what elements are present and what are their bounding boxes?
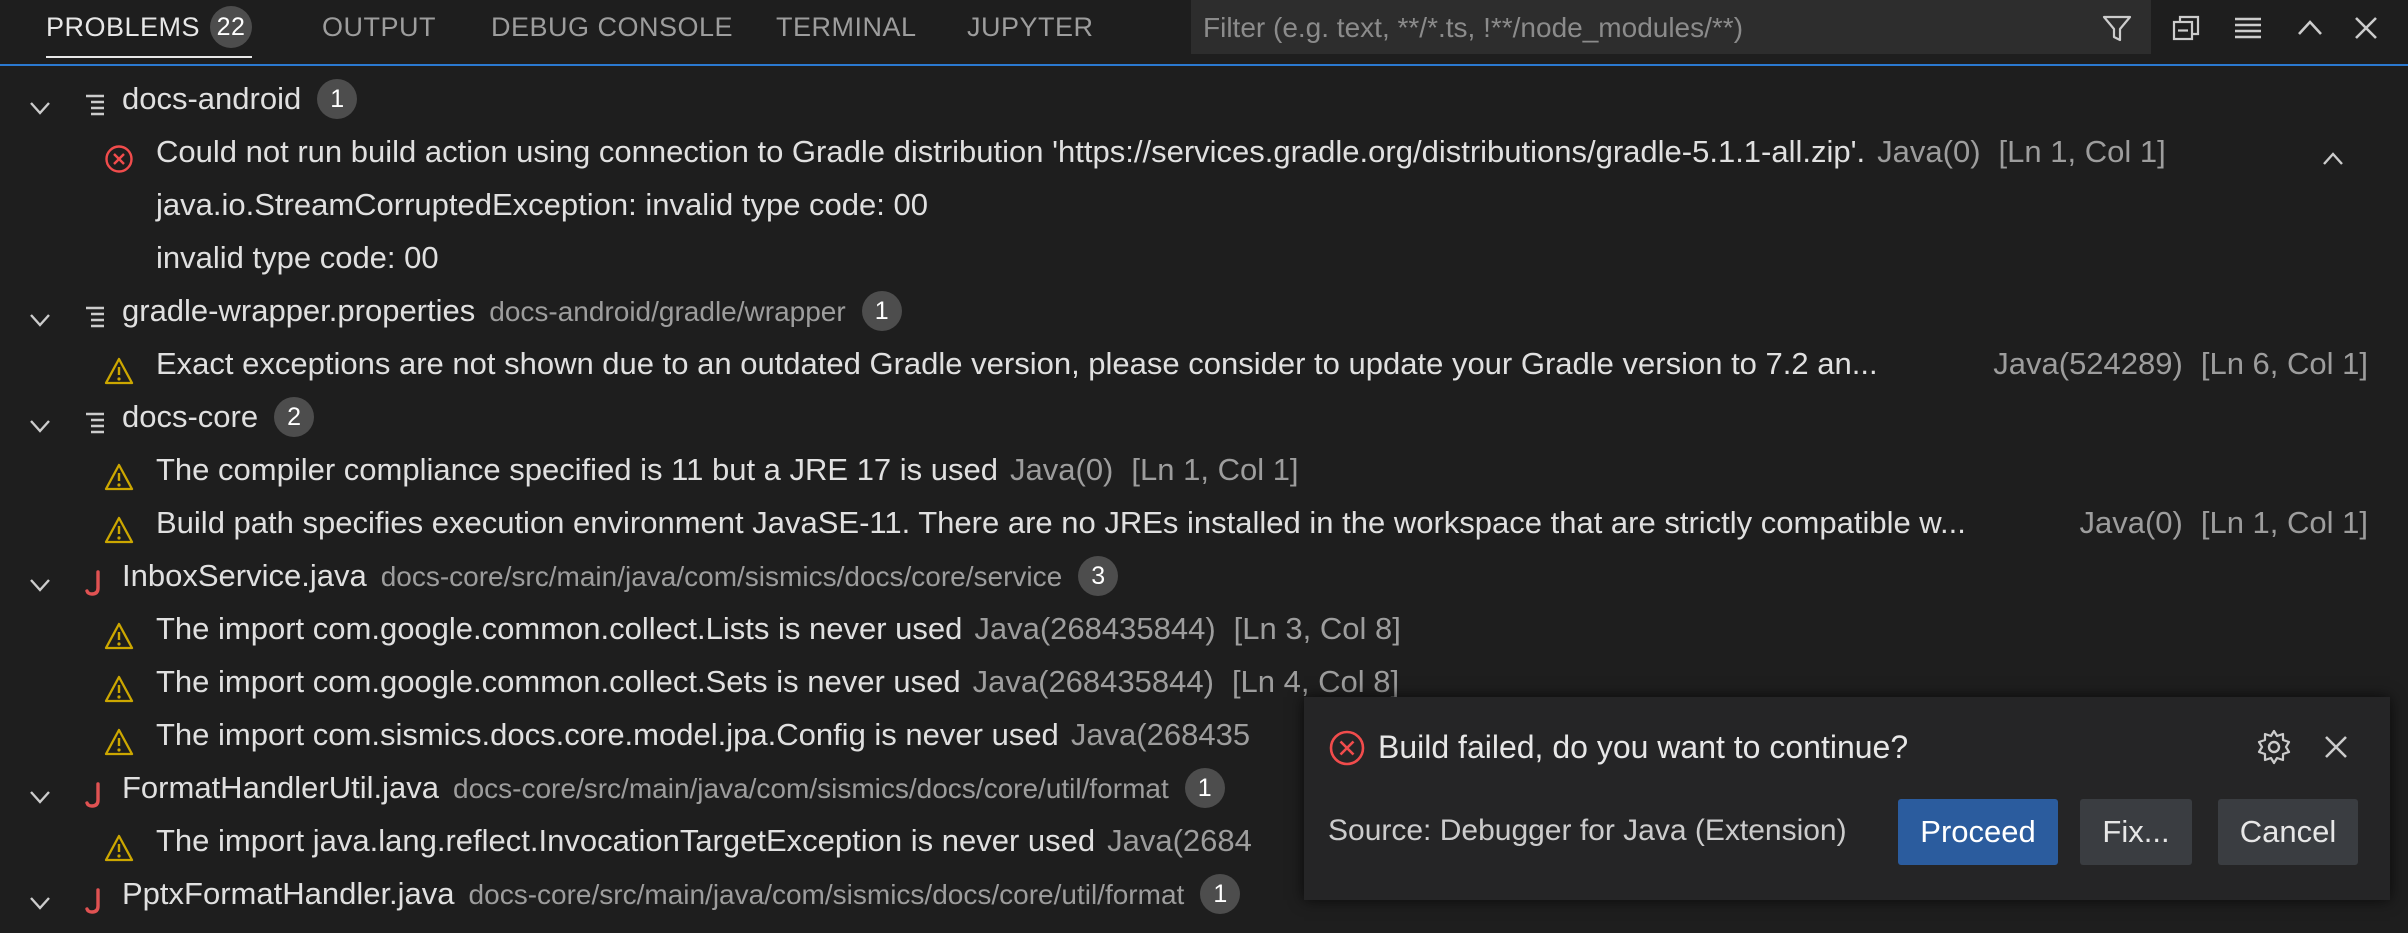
close-icon[interactable] (2318, 729, 2354, 765)
problem-message: The import com.sismics.docs.core.model.j… (156, 717, 1059, 752)
notification-title: Build failed, do you want to continue? (1378, 729, 1909, 765)
chevron-up-icon[interactable] (2292, 10, 2328, 46)
cancel-button[interactable]: Cancel (2218, 799, 2358, 865)
file-path: docs-core/src/main/java/com/sismics/docs… (453, 773, 1169, 804)
file-lines-icon (82, 402, 110, 434)
problem-message: Build path specifies execution environme… (156, 505, 1966, 540)
tab-problems[interactable]: PROBLEMS 22 (46, 0, 253, 62)
problem-count-badge: 1 (1200, 873, 1241, 914)
problem-count-badge: 2 (274, 396, 315, 437)
problem-detail: java.io.StreamCorruptedException: invali… (156, 187, 928, 222)
error-icon (104, 137, 134, 173)
tab-terminal[interactable]: TERMINAL (776, 0, 917, 62)
fix-button[interactable]: Fix... (2080, 799, 2192, 865)
tab-problems-label: PROBLEMS (46, 12, 201, 42)
problem-count-badge: 1 (317, 78, 358, 119)
warning-icon (104, 508, 134, 544)
chevron-down-icon[interactable] (26, 297, 54, 327)
file-name: gradle-wrapper.properties (122, 293, 476, 328)
problem-source: Java(268435844) (974, 611, 1216, 646)
problem-source: Java(268435 (1070, 717, 1251, 752)
problem-source: Java(524289) (1993, 346, 2183, 381)
chevron-down-icon[interactable] (26, 880, 54, 910)
file-path: docs-android/gradle/wrapper (489, 296, 846, 327)
filter-box (1191, 0, 2151, 54)
problem-detail-row: java.io.StreamCorruptedException: invali… (0, 178, 2408, 231)
close-icon[interactable] (2348, 10, 2384, 46)
problem-location: [Ln 1, Col 1] (2200, 505, 2368, 540)
problem-count-badge: 3 (1078, 555, 1119, 596)
proceed-button[interactable]: Proceed (1898, 799, 2058, 865)
problem-location: [Ln 1, Col 1] (1131, 452, 1299, 487)
file-group-row[interactable]: docs-core 2 (0, 390, 2408, 443)
notification-source: Source: Debugger for Java (Extension) (1328, 814, 1847, 847)
warning-icon (104, 826, 134, 862)
filter-icon[interactable] (2099, 10, 2135, 46)
warning-icon (104, 720, 134, 756)
problem-message: Exact exceptions are not shown due to an… (156, 346, 1878, 381)
collapse-all-icon[interactable] (2168, 10, 2204, 46)
file-name: docs-core (122, 399, 259, 434)
view-as-list-icon[interactable] (2230, 10, 2266, 46)
chevron-down-icon[interactable] (26, 562, 54, 592)
problem-detail-row: invalid type code: 00 (0, 231, 2408, 284)
file-name: PptxFormatHandler.java (122, 876, 455, 911)
file-group-row[interactable]: gradle-wrapper.properties docs-android/gr… (0, 284, 2408, 337)
problem-location: [Ln 3, Col 8] (1233, 611, 1401, 646)
file-path: docs-core/src/main/java/com/sismics/docs… (380, 561, 1063, 592)
problem-row[interactable]: The import com.google.common.collect.Lis… (0, 602, 2408, 655)
problem-location: [Ln 4, Col 8] (1231, 664, 1400, 699)
problem-row[interactable]: Build path specifies execution environme… (0, 496, 2408, 549)
problem-source: Java(268435844) (972, 664, 1214, 699)
filter-input[interactable] (1191, 0, 2085, 54)
file-name: docs-android (122, 81, 302, 116)
chevron-down-icon[interactable] (26, 85, 54, 115)
problem-message: The import com.google.common.collect.Lis… (156, 611, 963, 646)
file-path: docs-core/src/main/java/com/sismics/docs… (468, 879, 1185, 910)
problem-location: [Ln 1, Col 1] (1998, 134, 2166, 169)
file-name: InboxService.java (122, 558, 367, 593)
panel-tab-bar: PROBLEMS 22 OUTPUT DEBUG CONSOLE TERMINAL… (0, 0, 2408, 66)
problem-message: Could not run build action using connect… (156, 134, 1866, 169)
tab-output[interactable]: OUTPUT (322, 0, 436, 62)
java-icon (82, 773, 110, 808)
warning-icon (104, 455, 134, 491)
build-failed-notification: Build failed, do you want to continue? S… (1304, 697, 2390, 900)
collapse-details-icon[interactable] (2318, 137, 2348, 167)
problem-source: Java(0) (1010, 452, 1114, 487)
problem-detail: invalid type code: 00 (156, 240, 439, 275)
java-icon (82, 561, 110, 596)
warning-icon (104, 349, 134, 385)
warning-icon (104, 614, 134, 650)
problem-source: Java(0) (2079, 505, 2183, 540)
gear-icon[interactable] (2254, 727, 2294, 767)
warning-icon (104, 667, 134, 703)
file-lines-icon (82, 84, 110, 116)
problem-row[interactable]: Could not run build action using connect… (0, 125, 2408, 178)
problem-source: Java(0) (1877, 134, 1981, 169)
chevron-down-icon[interactable] (26, 403, 54, 433)
error-icon (1328, 729, 1366, 767)
file-group-row[interactable]: InboxService.java docs-core/src/main/java… (0, 549, 2408, 602)
problem-message: The import java.lang.reflect.InvocationT… (156, 823, 1096, 858)
file-name: FormatHandlerUtil.java (122, 770, 439, 805)
file-group-row[interactable]: docs-android 1 (0, 72, 2408, 125)
problem-count-badge: 1 (861, 290, 902, 331)
problem-row[interactable]: Exact exceptions are not shown due to an… (0, 337, 2408, 390)
java-icon (82, 879, 110, 914)
chevron-down-icon[interactable] (26, 774, 54, 804)
problem-count-badge: 1 (1184, 767, 1225, 808)
problem-message: The import com.google.common.collect.Set… (156, 664, 961, 699)
file-lines-icon (82, 296, 110, 328)
tab-jupyter[interactable]: JUPYTER (967, 0, 1094, 62)
problem-row[interactable]: The compiler compliance specified is 11 … (0, 443, 2408, 496)
problem-location: [Ln 6, Col 1] (2200, 346, 2368, 381)
tab-debug-console[interactable]: DEBUG CONSOLE (491, 0, 733, 62)
problems-count-badge: 22 (210, 5, 253, 48)
problem-source: Java(2684 (1107, 823, 1252, 858)
problem-message: The compiler compliance specified is 11 … (156, 452, 999, 487)
